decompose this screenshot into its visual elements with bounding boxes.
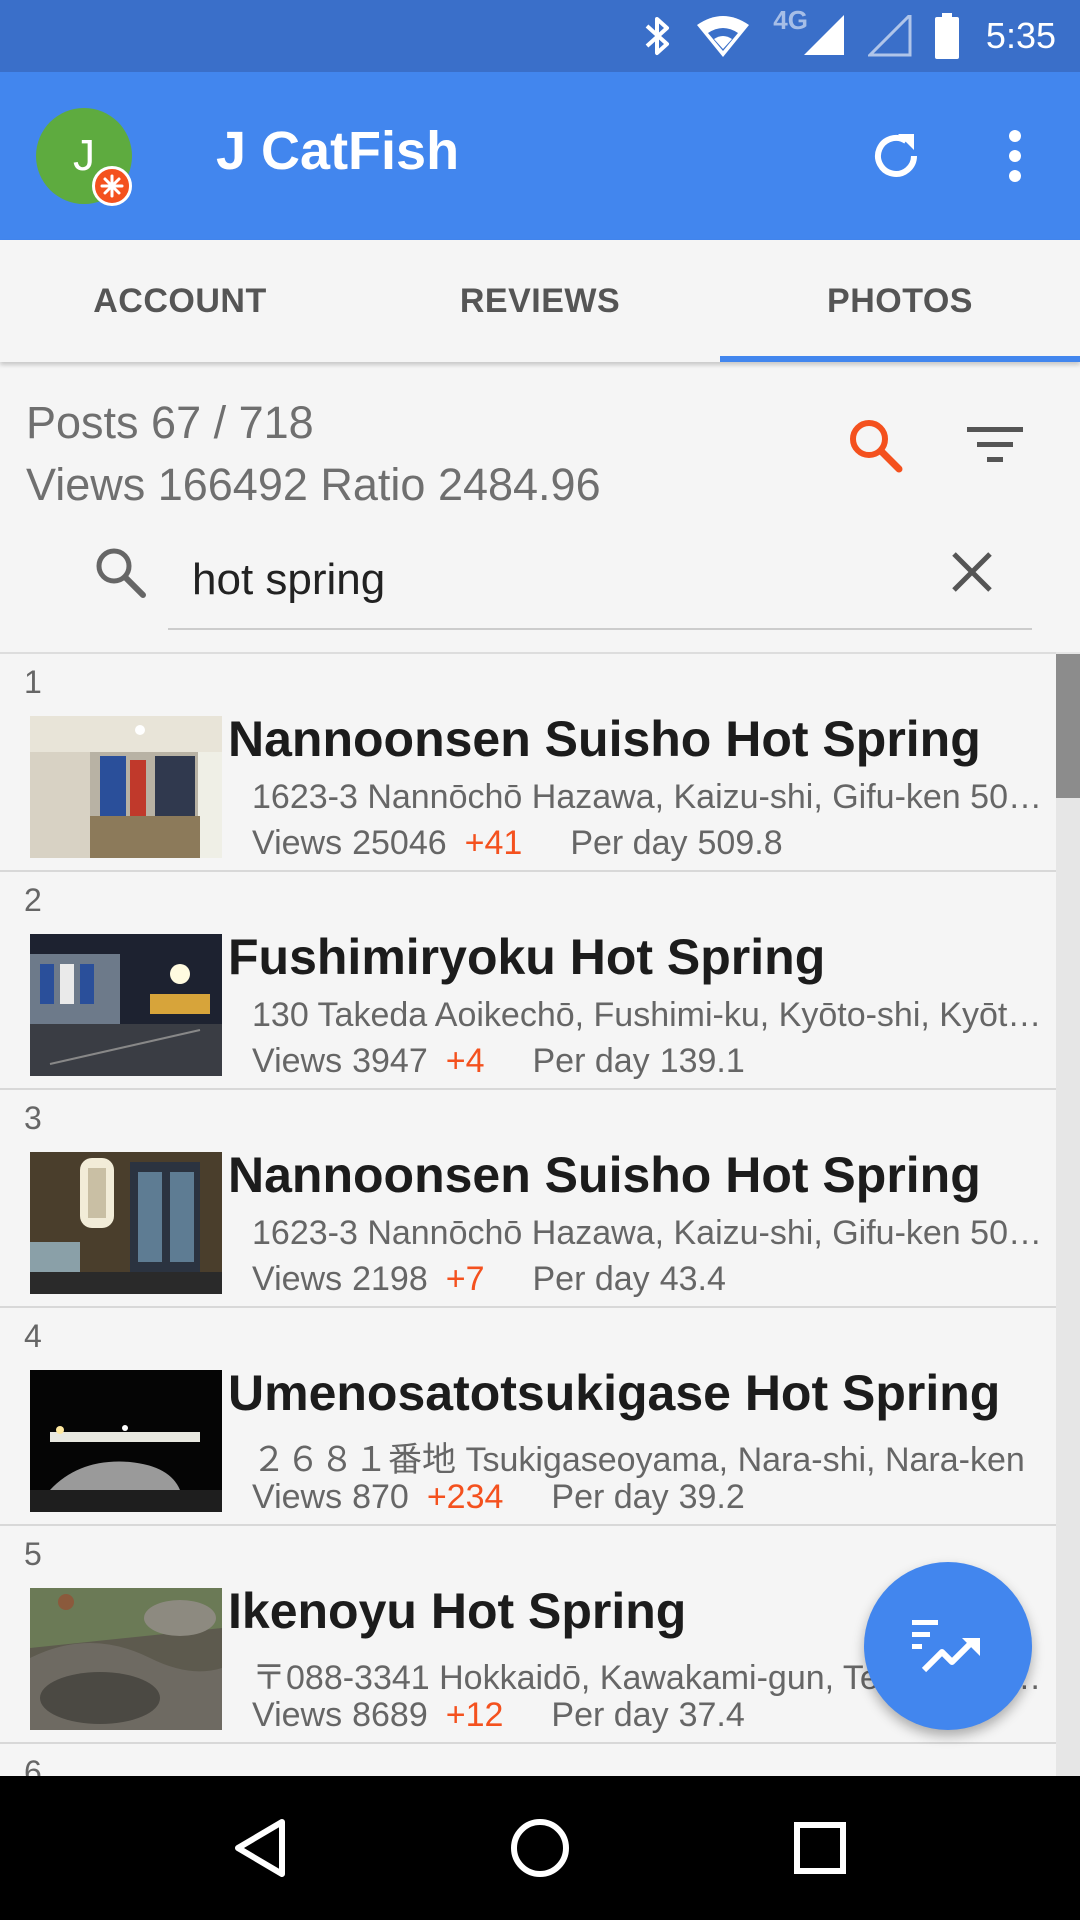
item-index: 6: [24, 1754, 42, 1776]
app-title: J CatFish: [216, 121, 460, 181]
item-index: 3: [24, 1100, 42, 1136]
perday-value: 509.8: [697, 824, 783, 862]
list-item[interactable]: 6: [0, 1744, 1056, 1776]
views-label: Views: [252, 1042, 343, 1080]
perday-value: 39.2: [678, 1478, 745, 1516]
item-stats: Views 25046 +41 Per day 509.8: [252, 824, 783, 863]
item-index: 5: [24, 1536, 42, 1572]
item-address: 130 Takeda Aoikechō, Fushimi-ku, Kyōto-s…: [252, 996, 1052, 1034]
views-label: Views: [252, 824, 343, 862]
home-button[interactable]: [490, 1798, 590, 1898]
views-value: 3947: [352, 1042, 428, 1080]
perday-value: 139.1: [659, 1042, 745, 1080]
views-value: 2198: [352, 1260, 428, 1298]
search-input[interactable]: [192, 544, 872, 616]
tab-bar: ACCOUNT REVIEWS PHOTOS: [0, 240, 1080, 362]
perday-value: 43.4: [659, 1260, 726, 1298]
stats-fab-button[interactable]: [864, 1562, 1032, 1730]
item-index: 1: [24, 664, 42, 700]
item-stats: Views 8689 +12 Per day 37.4: [252, 1696, 745, 1735]
more-options-button[interactable]: [980, 116, 1050, 196]
item-name: Nannoonsen Suisho Hot Spring: [228, 1147, 981, 1203]
recents-icon: [794, 1822, 846, 1874]
filter-icon: [967, 427, 1023, 462]
network-label: 4G: [773, 4, 808, 35]
photo-thumbnail[interactable]: [30, 934, 222, 1076]
search-icon: [88, 540, 152, 604]
item-stats: Views 2198 +7 Per day 43.4: [252, 1260, 726, 1299]
clear-search-button[interactable]: [940, 540, 1004, 604]
home-icon: [511, 1819, 569, 1877]
item-name: Nannoonsen Suisho Hot Spring: [228, 711, 981, 767]
app-screen: 4G 5:35 J J CatFish ACCOUNT REVIEWS PHOT…: [0, 0, 1080, 1920]
back-icon: [235, 1819, 285, 1877]
item-name: Umenosatotsukigase Hot Spring: [228, 1365, 1001, 1421]
search-icon: [850, 420, 903, 473]
system-nav-bar: [0, 1776, 1080, 1920]
photo-thumbnail[interactable]: [30, 1152, 222, 1294]
item-name: Ikenoyu Hot Spring: [228, 1583, 687, 1639]
list-scrollbar[interactable]: [1056, 652, 1080, 1776]
views-delta: +41: [464, 824, 523, 862]
views-label: Views: [252, 1478, 343, 1516]
search-field: [168, 530, 1032, 630]
item-stats: Views 870 +234 Per day 39.2: [252, 1478, 745, 1517]
list-item[interactable]: 1 Nannoonsen Suisho Hot Spring 1623-3 Na…: [0, 654, 1056, 872]
refresh-icon: [875, 134, 917, 177]
views-delta: +7: [445, 1260, 485, 1298]
photo-thumbnail[interactable]: [30, 1588, 222, 1730]
signal-icon-empty: [867, 0, 912, 72]
views-value: 8689: [352, 1696, 428, 1734]
item-address: 1623-3 Nannōchō Hazawa, Kaizu-shi, Gifu-…: [252, 1214, 1052, 1252]
close-icon: [952, 552, 992, 592]
item-index: 4: [24, 1318, 42, 1354]
item-address: ２６８１番地 Tsukigaseoyama, Nara-shi, Nara-ke…: [252, 1441, 1025, 1479]
views-delta: +4: [445, 1042, 485, 1080]
tab-account[interactable]: ACCOUNT: [0, 240, 360, 362]
item-address: 1623-3 Nannōchō Hazawa, Kaizu-shi, Gifu-…: [252, 778, 1052, 816]
photo-thumbnail[interactable]: [30, 716, 222, 858]
search-toggle-button[interactable]: [840, 410, 910, 480]
app-bar: J J CatFish: [0, 72, 1080, 240]
perday-label: Per day: [570, 824, 688, 862]
back-button[interactable]: [210, 1798, 310, 1898]
views-label: Views: [252, 1260, 343, 1298]
item-index: 2: [24, 882, 42, 918]
tab-photos[interactable]: PHOTOS: [720, 240, 1080, 362]
more-vert-icon: [1009, 130, 1021, 182]
views-delta: +234: [426, 1478, 504, 1516]
perday-label: Per day: [532, 1260, 650, 1298]
refresh-button[interactable]: [856, 116, 936, 196]
list-item[interactable]: 4 Umenosatotsukigase Hot Spring ２６８１番地 T…: [0, 1308, 1056, 1526]
filter-button[interactable]: [960, 410, 1030, 480]
list-item[interactable]: 3 Nannoonsen Suisho Hot Spring 1623-3 Na…: [0, 1090, 1056, 1308]
perday-label: Per day: [551, 1696, 669, 1734]
trending-icon: [912, 1620, 980, 1673]
posts-count: Posts 67 / 718: [26, 397, 314, 448]
battery-icon: [934, 0, 960, 72]
scrollbar-thumb[interactable]: [1056, 654, 1080, 798]
perday-value: 37.4: [678, 1696, 745, 1734]
recents-button[interactable]: [770, 1798, 870, 1898]
perday-label: Per day: [532, 1042, 650, 1080]
perday-label: Per day: [551, 1478, 669, 1516]
tab-reviews[interactable]: REVIEWS: [360, 240, 720, 362]
item-name: Fushimiryoku Hot Spring: [228, 929, 826, 985]
bluetooth-icon: [643, 0, 673, 72]
stats-summary: Posts 67 / 718 Views 166492 Ratio 2484.9…: [26, 392, 601, 516]
photo-thumbnail[interactable]: [30, 1370, 222, 1512]
list-item[interactable]: 2 Fushimiryoku Hot Spring 130 Takeda Aoi…: [0, 872, 1056, 1090]
views-value: 25046: [352, 824, 447, 862]
views-label: Views: [252, 1696, 343, 1734]
item-stats: Views 3947 +4 Per day 139.1: [252, 1042, 745, 1081]
status-time: 5:35: [985, 15, 1056, 56]
badge-star-icon: [92, 166, 132, 206]
avatar-letter: J: [73, 131, 95, 180]
status-bar: 4G 5:35: [0, 0, 1080, 72]
signal-icon: 4G: [773, 0, 846, 72]
wifi-icon: [695, 0, 751, 72]
views-value: 870: [352, 1478, 409, 1516]
views-ratio: Views 166492 Ratio 2484.96: [26, 459, 601, 510]
views-delta: +12: [445, 1696, 504, 1734]
